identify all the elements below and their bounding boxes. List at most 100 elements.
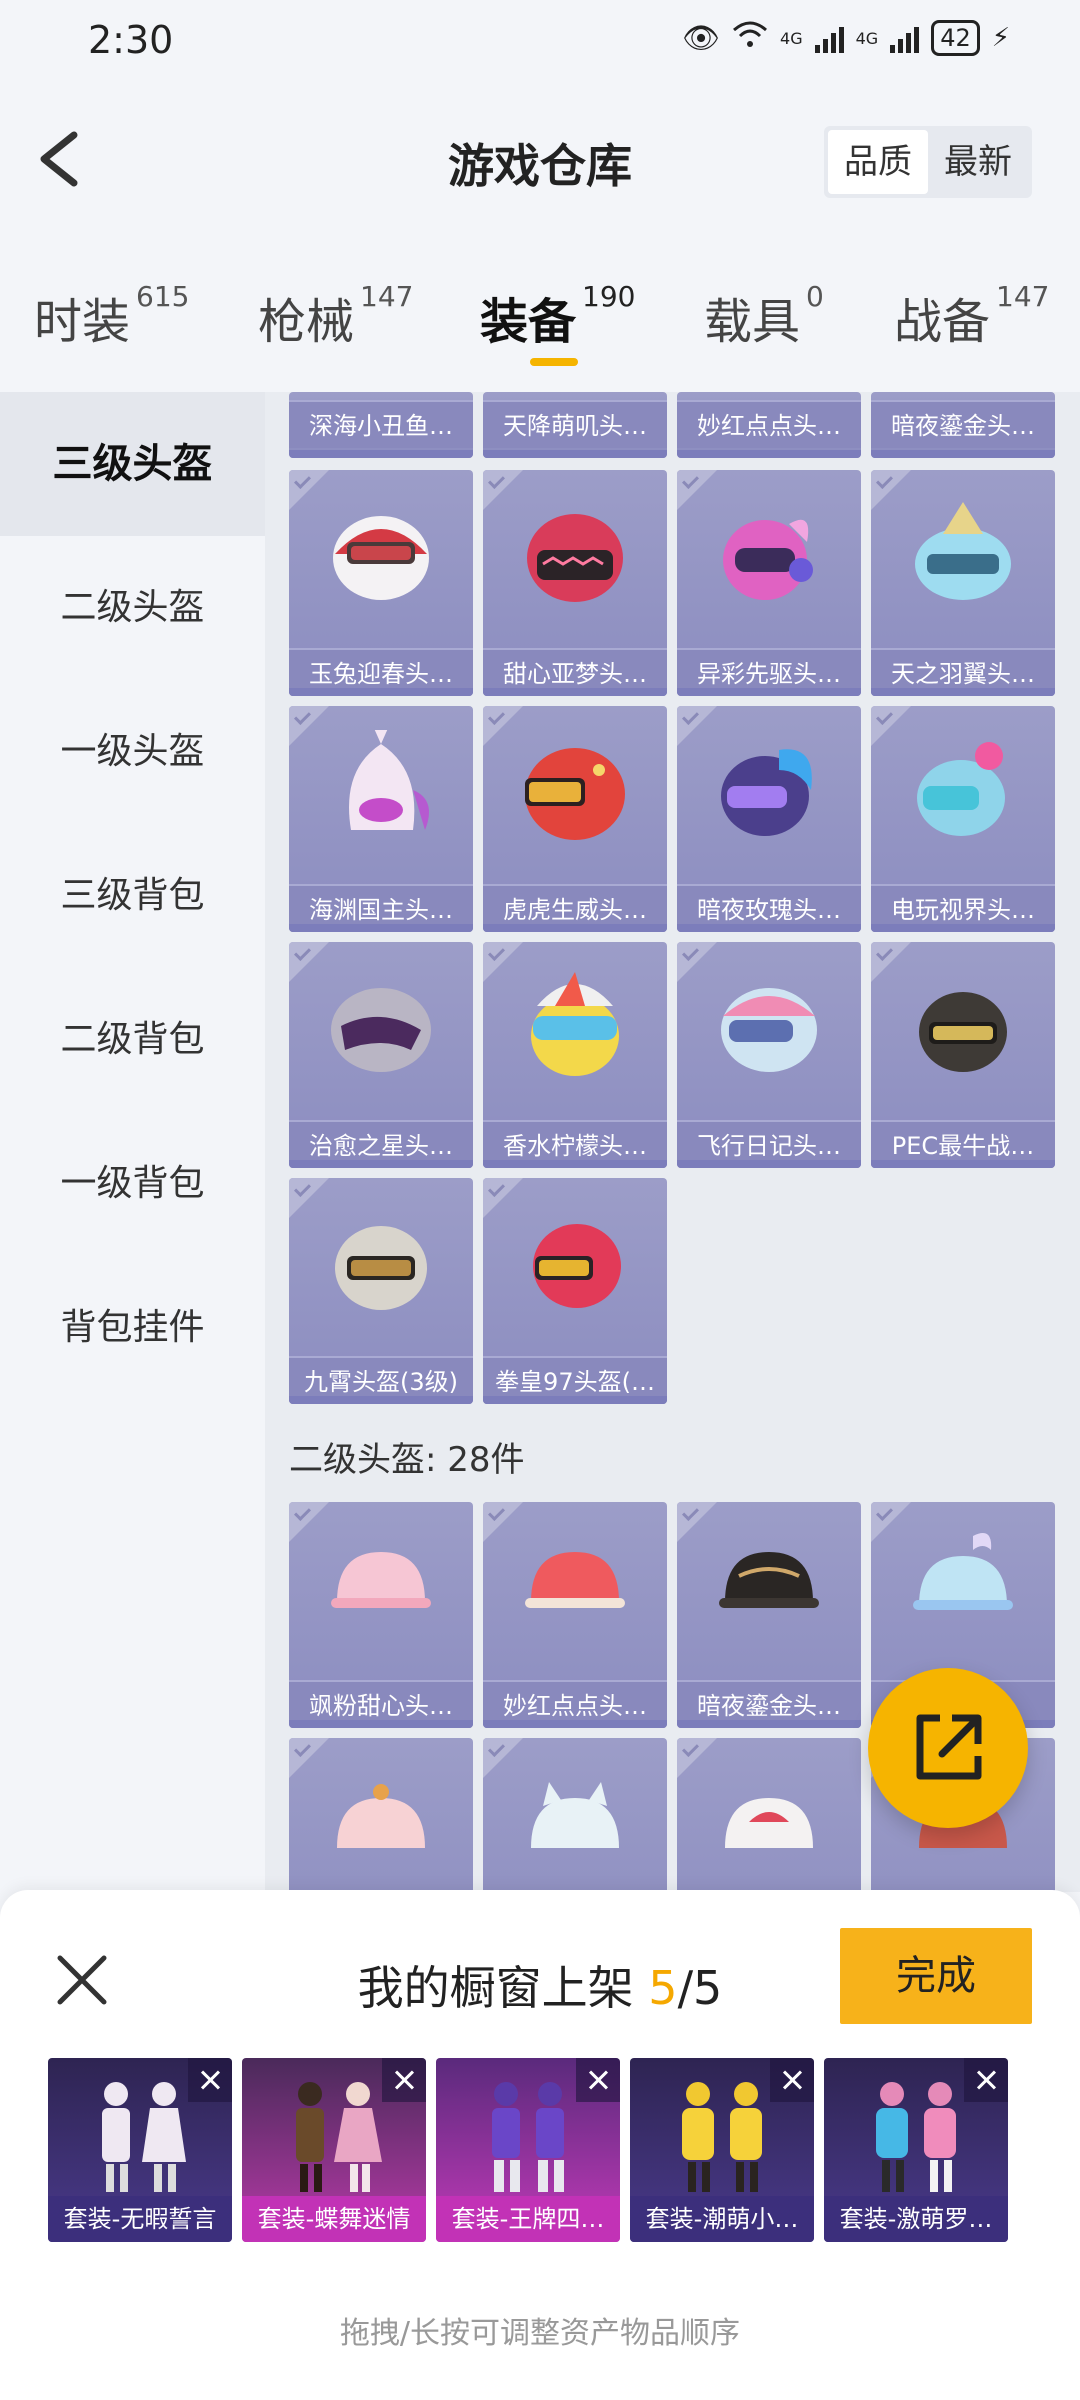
card-bar — [677, 924, 861, 932]
card-bar — [483, 688, 667, 696]
item-card[interactable]: 暗夜玫瑰头… — [677, 706, 861, 932]
item-card[interactable]: 玉兔迎春头… — [289, 470, 473, 696]
tab-fashion[interactable]: 时装 615 — [34, 280, 190, 352]
remove-icon[interactable] — [576, 2058, 620, 2102]
card-bar — [289, 1160, 473, 1168]
item-card[interactable] — [483, 1738, 667, 1892]
item-card[interactable]: 异彩先驱头… — [677, 470, 861, 696]
item-card[interactable]: 深海小丑鱼… — [289, 392, 473, 458]
item-card[interactable]: 电玩视界头… — [871, 706, 1055, 932]
card-bar — [483, 1720, 667, 1728]
remove-icon[interactable] — [188, 2058, 232, 2102]
item-card[interactable]: 治愈之星头… — [289, 942, 473, 1168]
showcase-item[interactable]: 套装-潮萌小… — [630, 2058, 814, 2242]
sidebar-item-level3-backpack[interactable]: 三级背包 — [0, 824, 265, 968]
helmet-icon — [335, 1226, 427, 1310]
outfit-icon — [492, 2082, 564, 2192]
card-bar — [871, 924, 1055, 932]
sidebar-item-level1-backpack[interactable]: 一级背包 — [0, 1112, 265, 1256]
item-card[interactable]: 暗夜鎏金头… — [871, 392, 1055, 458]
item-card[interactable]: 拳皇97头盔(… — [483, 1178, 667, 1404]
item-card[interactable]: 飞行日记头… — [677, 942, 861, 1168]
helmet-icon — [333, 516, 429, 600]
item-card[interactable]: 九霄头盔(3级) — [289, 1178, 473, 1404]
tab-count: 0 — [806, 280, 824, 313]
helmet-icon — [915, 502, 1011, 600]
remove-icon[interactable] — [770, 2058, 814, 2102]
card-bar — [871, 450, 1055, 458]
showcase-item-label: 套装-蝶舞迷情 — [242, 2196, 426, 2242]
item-card[interactable]: 飒粉甜心头… — [289, 1502, 473, 1728]
item-card[interactable]: 天降萌叽头… — [483, 392, 667, 458]
item-label: 暗夜鎏金头… — [871, 400, 1055, 448]
outfit-icon — [102, 2082, 186, 2192]
sidebar-item-level3-helmet[interactable]: 三级头盔 — [0, 392, 265, 536]
helmet-icon — [719, 1552, 819, 1608]
tab-count: 147 — [360, 280, 414, 313]
showcase-item[interactable]: 套装-王牌四… — [436, 2058, 620, 2242]
card-bar — [871, 688, 1055, 696]
battery-indicator: 42 — [931, 20, 980, 56]
done-button[interactable]: 完成 — [840, 1928, 1032, 2024]
sidebar-item-level2-helmet[interactable]: 二级头盔 — [0, 536, 265, 680]
external-link-icon — [916, 1714, 982, 1780]
item-grid: 深海小丑鱼… 天降萌叽头… 妙红点点头… 暗夜鎏金头… 玉兔迎春头… 甜心亚梦头… — [265, 392, 1080, 1892]
showcase-item[interactable]: 套装-激萌罗… — [824, 2058, 1008, 2242]
sort-quality-button[interactable]: 品质 — [828, 130, 928, 194]
item-card[interactable]: PEC最牛战… — [871, 942, 1055, 1168]
showcase-count-total: /5 — [677, 1961, 723, 2015]
sort-latest-button[interactable]: 最新 — [928, 130, 1028, 194]
tab-count: 615 — [136, 280, 190, 313]
card-bar — [483, 924, 667, 932]
card-bar — [289, 688, 473, 696]
helmet-icon — [723, 519, 813, 600]
remove-icon[interactable] — [382, 2058, 426, 2102]
card-bar — [677, 1720, 861, 1728]
outfit-icon — [876, 2082, 956, 2192]
tab-gear[interactable]: 战备 147 — [894, 280, 1050, 352]
outfit-icon — [296, 2082, 382, 2192]
tab-equipment[interactable]: 装备 190 — [480, 280, 635, 352]
helmet-icon — [721, 988, 817, 1072]
item-card[interactable]: 虎虎生威头… — [483, 706, 667, 932]
showcase-item[interactable]: 套装-蝶舞迷情 — [242, 2058, 426, 2242]
sort-toggle: 品质 最新 — [824, 126, 1032, 198]
tab-label: 载具 — [704, 294, 801, 350]
tab-count: 147 — [996, 280, 1050, 313]
helmet-icon — [919, 992, 1007, 1072]
item-card[interactable]: 妙红点点头… — [677, 392, 861, 458]
tab-vehicles[interactable]: 载具 0 — [704, 280, 824, 352]
item-card[interactable]: 海渊国主头… — [289, 706, 473, 932]
helmet-icon — [337, 1784, 425, 1848]
item-label: 深海小丑鱼… — [289, 400, 473, 448]
card-bar — [677, 688, 861, 696]
sidebar-item-backpack-pendant[interactable]: 背包挂件 — [0, 1256, 265, 1400]
share-button[interactable] — [868, 1668, 1028, 1828]
remove-icon[interactable] — [964, 2058, 1008, 2102]
item-card[interactable]: 妙红点点头… — [483, 1502, 667, 1728]
tab-guns[interactable]: 枪械 147 — [258, 280, 414, 352]
helmet-icon — [331, 988, 431, 1072]
showcase-item[interactable]: 套装-无暇誓言 — [48, 2058, 232, 2242]
status-time: 2:30 — [88, 18, 174, 62]
showcase-item-label: 套装-王牌四… — [436, 2196, 620, 2242]
item-card[interactable]: 香水柠檬头… — [483, 942, 667, 1168]
item-card[interactable]: 甜心亚梦头… — [483, 470, 667, 696]
showcase-title-text: 我的橱窗上架 — [357, 1961, 649, 2015]
helmet-icon — [525, 1552, 625, 1608]
tab-label: 枪械 — [258, 294, 355, 350]
card-bar — [289, 450, 473, 458]
card-bar — [289, 1396, 473, 1404]
card-bar — [677, 1160, 861, 1168]
showcase-count-current: 5 — [648, 1961, 678, 2015]
item-card[interactable]: 天之羽翼头… — [871, 470, 1055, 696]
item-card[interactable] — [677, 1738, 861, 1892]
item-card[interactable] — [289, 1738, 473, 1892]
showcase-item-label: 套装-激萌罗… — [824, 2196, 1008, 2242]
sidebar-item-level2-backpack[interactable]: 二级背包 — [0, 968, 265, 1112]
drag-hint: 拖拽/长按可调整资产物品顺序 — [339, 2316, 741, 2351]
card-bar — [483, 1160, 667, 1168]
helmet-icon — [331, 1552, 431, 1608]
item-card[interactable]: 暗夜鎏金头… — [677, 1502, 861, 1728]
sidebar-item-level1-helmet[interactable]: 一级头盔 — [0, 680, 265, 824]
